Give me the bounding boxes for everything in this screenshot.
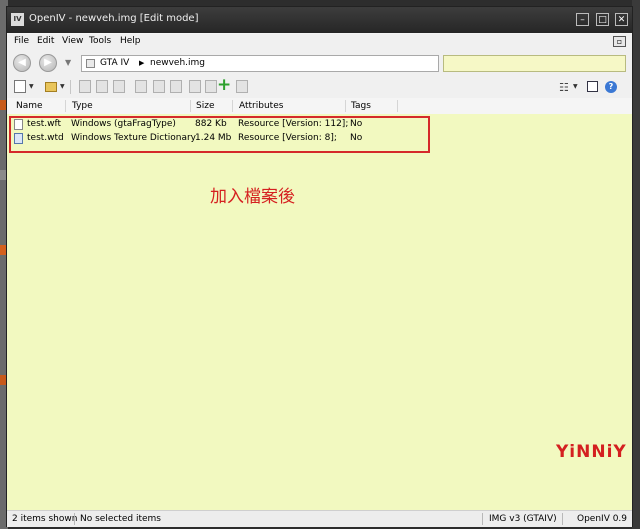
open-dropdown-icon[interactable]: ▼ xyxy=(60,83,65,90)
edit-icon[interactable] xyxy=(153,80,165,93)
column-divider[interactable] xyxy=(65,100,66,112)
status-divider xyxy=(74,513,75,525)
panel-icon[interactable] xyxy=(587,81,598,92)
breadcrumb-root[interactable]: GTA IV xyxy=(100,58,129,68)
save-icon[interactable] xyxy=(135,80,147,93)
column-divider[interactable] xyxy=(190,100,191,112)
computer-icon xyxy=(86,59,95,68)
openiv-window: IV OpenIV - newveh.img [Edit mode] – □ ✕… xyxy=(6,6,633,527)
status-divider xyxy=(482,513,483,525)
back-arrow-icon[interactable]: ◀ xyxy=(13,54,31,72)
forward-arrow-icon[interactable]: ▶ xyxy=(39,54,57,72)
view-list-icon[interactable]: ☷ xyxy=(559,81,569,94)
menu-help[interactable]: Help xyxy=(120,36,141,46)
restore-icon[interactable]: ▫ xyxy=(613,36,626,47)
status-bar: 2 items shown No selected items IMG v3 (… xyxy=(7,510,632,527)
status-version: OpenIV 0.9 xyxy=(577,514,628,524)
status-items-shown: 2 items shown xyxy=(12,514,78,524)
annotation-text: 加入檔案後 xyxy=(210,187,295,207)
menu-view[interactable]: View xyxy=(62,36,83,46)
column-divider[interactable] xyxy=(232,100,233,112)
properties-icon[interactable] xyxy=(236,80,248,93)
status-format: IMG v3 (GTAIV) xyxy=(489,514,557,524)
menu-bar: File Edit View Tools Help ▫ xyxy=(7,34,632,50)
column-header-name[interactable]: Name xyxy=(16,101,43,111)
column-divider[interactable] xyxy=(397,100,398,112)
status-selection: No selected items xyxy=(80,514,161,524)
search-input[interactable] xyxy=(443,55,626,72)
breadcrumb-separator-icon[interactable]: ▶ xyxy=(139,59,144,67)
menu-tools[interactable]: Tools xyxy=(89,36,111,46)
column-header-tags[interactable]: Tags xyxy=(351,101,371,111)
address-bar: ◀ ▶ ▼ GTA IV ▶ newveh.img xyxy=(7,50,632,76)
toolbar: ▼ ▼ + ☷ ▼ ? xyxy=(7,76,632,99)
copy-icon[interactable] xyxy=(113,80,125,93)
menu-file[interactable]: File xyxy=(14,36,29,46)
maximize-button[interactable]: □ xyxy=(596,13,609,26)
help-icon[interactable]: ? xyxy=(605,81,617,93)
title-bar[interactable]: IV OpenIV - newveh.img [Edit mode] – □ ✕ xyxy=(7,7,632,33)
column-header-attributes[interactable]: Attributes xyxy=(239,101,283,111)
highlight-rectangle xyxy=(9,116,430,153)
delete-icon[interactable] xyxy=(205,80,217,93)
history-dropdown-icon[interactable]: ▼ xyxy=(65,58,71,67)
close-button[interactable]: ✕ xyxy=(615,13,628,26)
minimize-button[interactable]: – xyxy=(576,13,589,26)
replace-icon[interactable] xyxy=(189,80,201,93)
rename-icon[interactable] xyxy=(170,80,182,93)
column-divider[interactable] xyxy=(345,100,346,112)
column-header-type[interactable]: Type xyxy=(72,101,93,111)
background-desktop-right xyxy=(632,0,640,529)
app-icon: IV xyxy=(11,13,24,26)
path-box[interactable]: GTA IV ▶ newveh.img xyxy=(81,55,439,72)
window-title: OpenIV - newveh.img [Edit mode] xyxy=(29,13,199,24)
column-header-size[interactable]: Size xyxy=(196,101,214,111)
export-icon[interactable] xyxy=(96,80,108,93)
new-dropdown-icon[interactable]: ▼ xyxy=(29,83,34,90)
watermark: YiNNiY xyxy=(556,442,627,462)
breadcrumb-current[interactable]: newveh.img xyxy=(150,58,205,68)
import-icon[interactable] xyxy=(79,80,91,93)
new-file-icon[interactable] xyxy=(14,80,26,93)
column-headers: Name Type Size Attributes Tags xyxy=(7,98,632,115)
file-list[interactable]: test.wft Windows (gtaFragType) 882 Kb Re… xyxy=(7,114,632,510)
open-folder-icon[interactable] xyxy=(45,82,57,92)
menu-edit[interactable]: Edit xyxy=(37,36,54,46)
toolbar-separator xyxy=(70,80,71,94)
plus-icon[interactable]: + xyxy=(217,77,231,94)
view-dropdown-icon[interactable]: ▼ xyxy=(573,83,578,90)
status-divider xyxy=(562,513,563,525)
